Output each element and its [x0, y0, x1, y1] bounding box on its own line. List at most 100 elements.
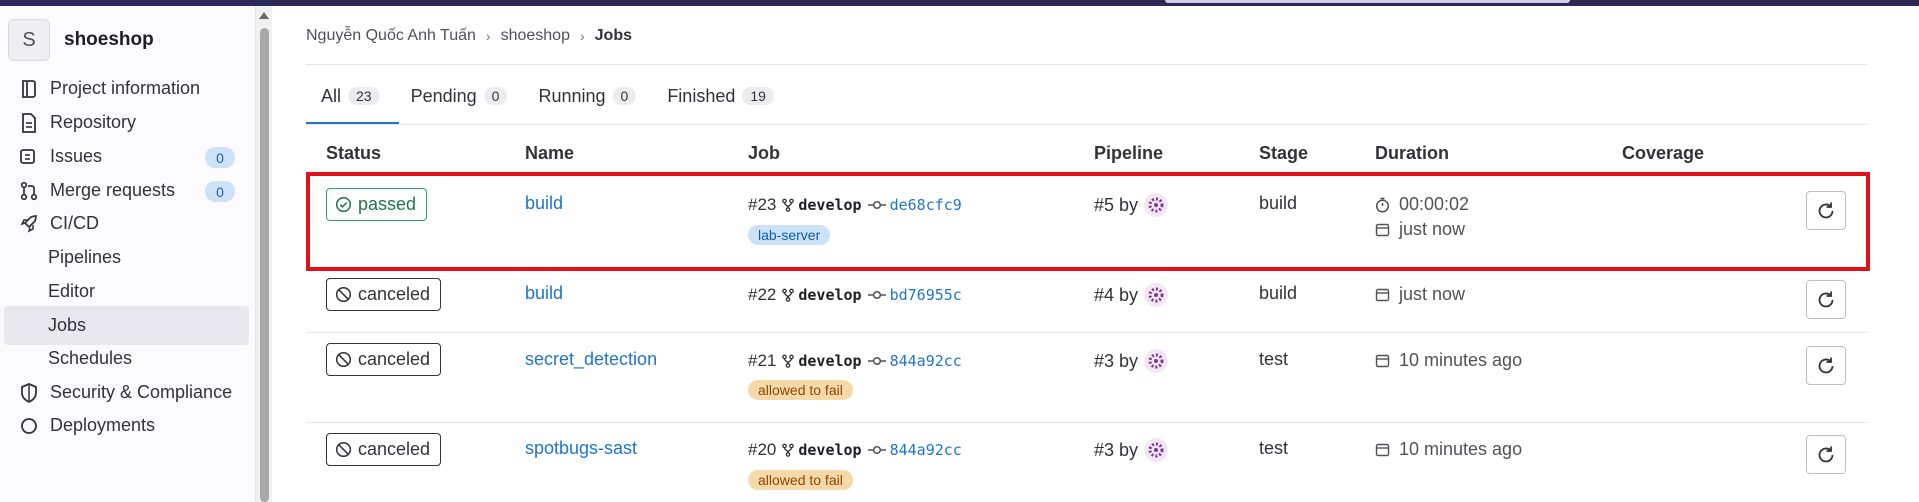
status-label: canceled [358, 439, 431, 459]
status-badge-canceled[interactable]: canceled [326, 343, 442, 376]
highlight-box [306, 172, 1870, 271]
job-id-link[interactable]: #20 [748, 440, 776, 460]
status-canceled-icon [335, 286, 352, 303]
calendar-icon [1375, 354, 1390, 368]
tab-label: Finished [667, 85, 736, 106]
row-divider [306, 422, 1867, 423]
calendar-icon [1375, 288, 1390, 302]
retry-button[interactable] [1806, 280, 1846, 319]
breadcrumb-owner[interactable]: Nguyễn Quốc Anh Tuấn [306, 27, 476, 45]
sidebar-item-label: Repository [50, 112, 137, 132]
column-header-job: Job [748, 143, 781, 163]
top-search-bar[interactable] [1165, 0, 1570, 3]
tab-pending[interactable]: Pending 0 [396, 84, 524, 108]
branch-ref[interactable]: develop [781, 441, 862, 459]
job-finished-time: 10 minutes ago [1375, 439, 1522, 460]
sidebar-item-label: Issues [50, 146, 103, 166]
job-name-link[interactable]: spotbugs-sast [525, 438, 637, 459]
scroll-up-arrow-icon[interactable] [259, 12, 269, 19]
tab-label: Pending [410, 85, 477, 106]
status-label: canceled [358, 284, 431, 304]
info-book-icon [18, 78, 40, 100]
tab-running[interactable]: Running 0 [523, 84, 652, 108]
rocket-icon [18, 213, 40, 235]
job-reference: #21 develop 844a92cc [748, 351, 962, 371]
column-header-status: Status [326, 143, 382, 163]
calendar-icon [1375, 443, 1390, 457]
sidebar-project-header[interactable]: S shoeshop [8, 18, 154, 62]
document-icon [18, 112, 40, 134]
job-name-link[interactable]: build [525, 283, 563, 304]
status-badge-canceled[interactable]: canceled [326, 278, 442, 311]
sidebar: S shoeshop Project information Repositor… [0, 6, 256, 502]
status-label: canceled [358, 349, 431, 369]
job-id-link[interactable]: #22 [748, 285, 776, 305]
user-avatar[interactable] [1144, 349, 1169, 373]
finished-time-value: just now [1399, 284, 1466, 304]
issues-icon [18, 146, 40, 168]
branch-ref[interactable]: develop [781, 286, 862, 304]
tab-count-badge: 23 [348, 87, 380, 105]
tab-label: Running [538, 85, 606, 106]
retry-button[interactable] [1806, 346, 1846, 385]
column-header-pipeline: Pipeline [1094, 143, 1164, 163]
tab-all[interactable]: All 23 [306, 84, 396, 108]
stage-label: build [1259, 283, 1298, 303]
commit-sha-link[interactable]: 844a92cc [890, 352, 962, 370]
pipeline-reference: #4 by [1094, 283, 1169, 307]
retry-icon [1818, 446, 1834, 462]
commit-sha-link[interactable]: bd76955c [890, 286, 962, 304]
commit-icon [867, 290, 886, 300]
sidebar-item-label: CI/CD [50, 213, 99, 233]
finished-time-value: 10 minutes ago [1399, 350, 1523, 370]
status-canceled-icon [335, 441, 352, 458]
retry-icon [1818, 291, 1834, 307]
finished-time-value: 10 minutes ago [1399, 439, 1523, 459]
shield-icon [18, 382, 40, 404]
deployments-icon [18, 415, 40, 437]
commit-sha-link[interactable]: 844a92cc [890, 441, 962, 459]
tab-count-badge: 19 [742, 87, 774, 105]
chevron-right-icon: › [485, 28, 491, 44]
breadcrumb-current[interactable]: Jobs [595, 27, 632, 45]
pipeline-reference: #3 by [1094, 438, 1169, 462]
merge-request-icon [18, 180, 40, 202]
sidebar-item-deployments[interactable]: Deployments [4, 406, 249, 445]
project-name: shoeshop [64, 29, 154, 50]
job-name-link[interactable]: secret_detection [525, 349, 657, 370]
pipeline-reference: #3 by [1094, 349, 1169, 373]
pipeline-id-link[interactable]: #3 by [1094, 440, 1138, 461]
sidebar-item-label: Deployments [50, 415, 156, 435]
divider [306, 124, 1867, 125]
branch-icon [782, 354, 795, 368]
project-avatar: S [8, 19, 50, 61]
sidebar-item-label: Pipelines [48, 247, 122, 267]
sidebar-item-label: Schedules [48, 348, 133, 368]
job-reference: #22 develop bd76955c [748, 285, 962, 305]
job-tabs: All 23 Pending 0 Running 0 Finished 19 [306, 84, 790, 108]
job-id-link[interactable]: #21 [748, 351, 776, 371]
user-avatar[interactable] [1144, 438, 1169, 462]
tab-count-badge: 0 [612, 87, 637, 105]
commit-icon [867, 356, 886, 366]
pipeline-id-link[interactable]: #4 by [1094, 285, 1138, 306]
breadcrumb-project[interactable]: shoeshop [501, 27, 570, 45]
column-header-coverage: Coverage [1622, 143, 1705, 163]
merge-requests-count-badge: 0 [205, 181, 235, 202]
sidebar-scrollbar-thumb[interactable] [260, 28, 269, 502]
job-finished-time: just now [1375, 284, 1465, 305]
tab-finished[interactable]: Finished 19 [652, 84, 790, 108]
retry-icon [1818, 357, 1834, 373]
branch-name: develop [798, 352, 862, 370]
breadcrumb: Nguyễn Quốc Anh Tuấn › shoeshop › Jobs [306, 27, 632, 45]
status-badge-canceled[interactable]: canceled [326, 433, 442, 466]
branch-icon [782, 443, 795, 457]
tab-count-badge: 0 [483, 87, 508, 105]
retry-button[interactable] [1806, 435, 1846, 474]
pipeline-id-link[interactable]: #3 by [1094, 351, 1138, 372]
sidebar-item-label: Editor [48, 281, 96, 301]
branch-icon [782, 288, 795, 302]
user-avatar[interactable] [1144, 283, 1169, 307]
branch-ref[interactable]: develop [781, 352, 862, 370]
sidebar-item-label: Project information [50, 78, 201, 98]
